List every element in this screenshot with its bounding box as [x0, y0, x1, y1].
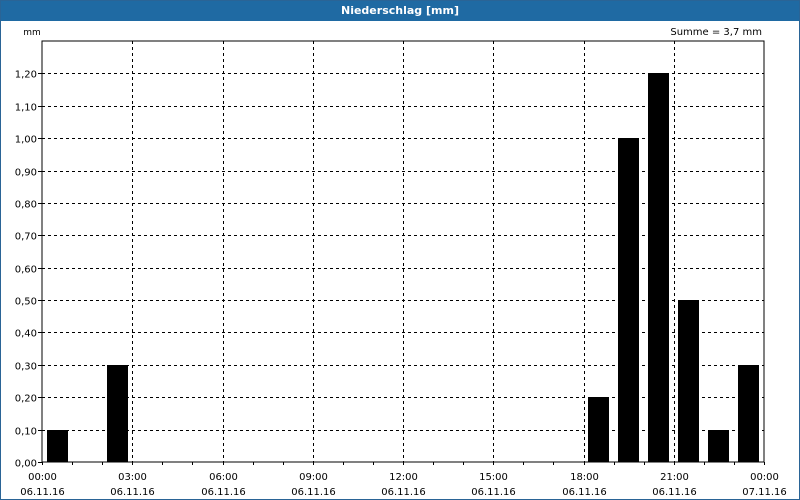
bar: [648, 73, 669, 462]
bar: [708, 430, 729, 462]
x-tick-label-date: 06.11.16: [201, 487, 246, 498]
precipitation-chart: 0,00 0,10 0,20 0,30 0,40 0,50 0,60 0,70 0,80 0,90…: [15, 27, 787, 498]
y-tick-label: 0,20: [15, 394, 37, 405]
y-tick-label: 0,00: [15, 459, 37, 470]
y-tick-label: 0,10: [15, 427, 37, 438]
y-tick-label: 0,30: [15, 362, 37, 373]
y-tick-label: 0,70: [15, 232, 37, 243]
y-tick-label: 0,60: [15, 265, 37, 276]
y-axis-label: mm: [23, 28, 41, 38]
y-tick-label: 1,00: [15, 135, 37, 146]
x-tick-label-time: 09:00: [299, 472, 328, 483]
bar: [47, 430, 68, 462]
bar: [618, 138, 639, 462]
x-tick-label-date: 06.11.16: [652, 487, 697, 498]
x-tick-label-date: 06.11.16: [471, 487, 516, 498]
y-tick-label: 0,90: [15, 168, 37, 179]
y-tick-label: 1,10: [15, 103, 37, 114]
window-title: Niederschlag [mm]: [1, 1, 799, 21]
x-tick-label-time: 06:00: [209, 472, 238, 483]
bar: [588, 397, 609, 462]
chart-window: Niederschlag [mm] 0,00 0,10 0,20 0,30 0,40 0,…: [0, 0, 800, 500]
x-tick-label-time: 03:00: [118, 472, 147, 483]
x-tick-label-date: 07.11.16: [742, 487, 787, 498]
x-tick-label-time: 12:00: [389, 472, 418, 483]
x-tick-label-time: 21:00: [660, 472, 689, 483]
sum-label: Summe = 3,7 mm: [670, 27, 762, 38]
x-tick-label-date: 06.11.16: [291, 487, 336, 498]
y-tick-label: 0,80: [15, 200, 37, 211]
x-tick-label-time: 00:00: [28, 472, 57, 483]
x-tick-label-time: 18:00: [570, 472, 599, 483]
x-tick-label-date: 06.11.16: [562, 487, 607, 498]
x-tick-label-time: 00:00: [750, 472, 779, 483]
bar: [738, 365, 759, 462]
x-tick-label-time: 15:00: [479, 472, 508, 483]
y-tick-label: 0,50: [15, 297, 37, 308]
x-tick-label-date: 06.11.16: [381, 487, 426, 498]
bar: [678, 300, 699, 462]
x-tick-label-date: 06.11.16: [20, 487, 65, 498]
bar: [107, 365, 128, 462]
y-tick-label: 0,40: [15, 329, 37, 340]
y-tick-label: 1,20: [15, 70, 37, 81]
chart-area: 0,00 0,10 0,20 0,30 0,40 0,50 0,60 0,70 0,80 0,90…: [1, 22, 799, 499]
x-tick-label-date: 06.11.16: [110, 487, 155, 498]
